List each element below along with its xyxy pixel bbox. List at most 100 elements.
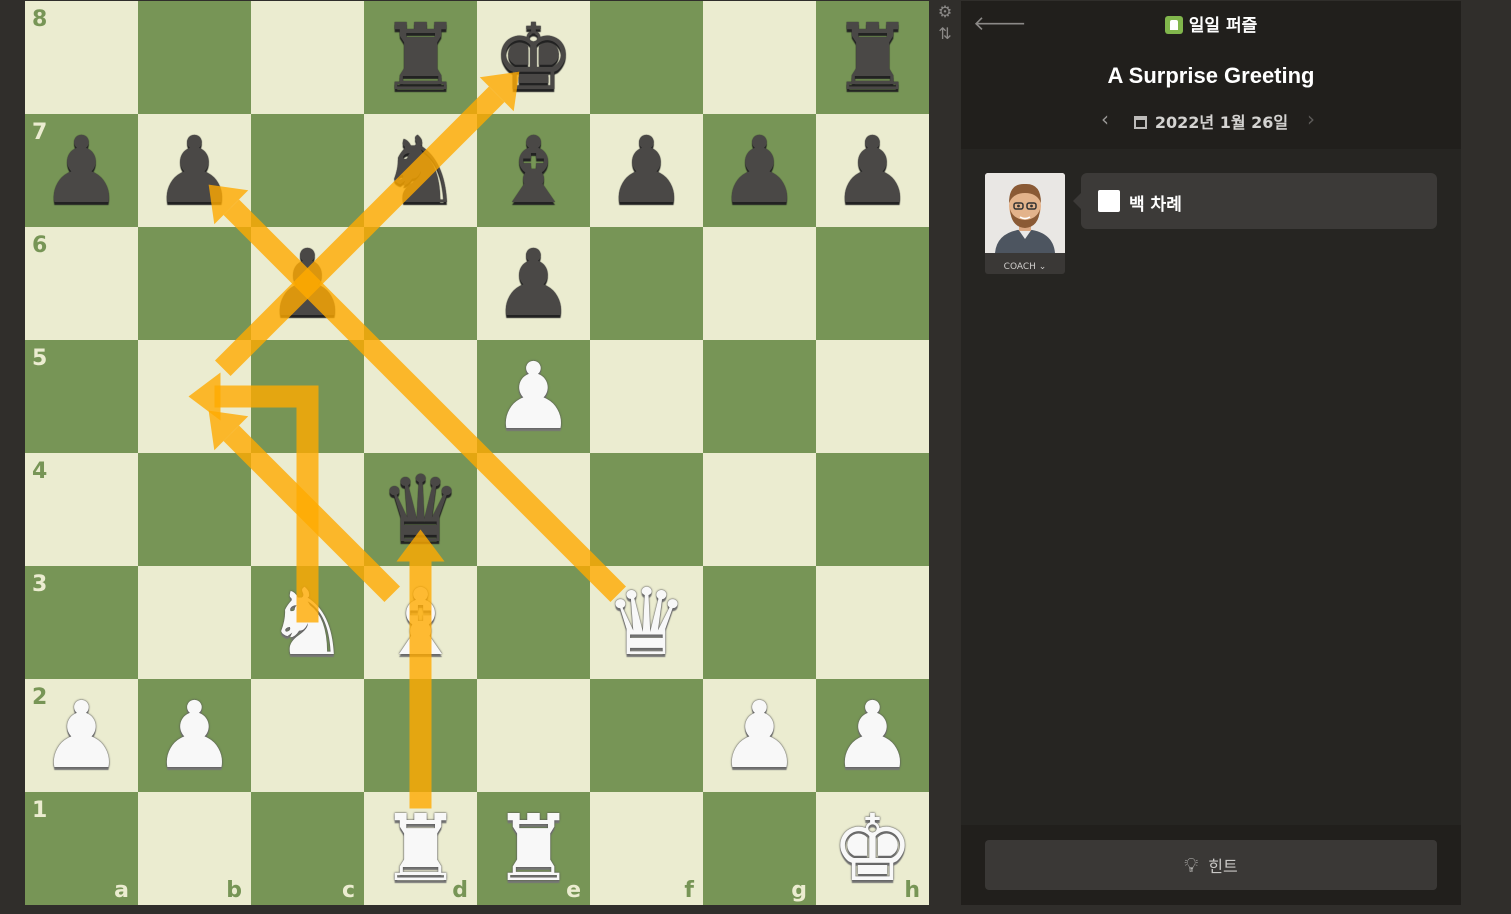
black-pawn[interactable]: ♟︎	[477, 227, 590, 340]
square-e7[interactable]: ♝︎	[477, 114, 590, 227]
square-a8[interactable]: 8	[25, 1, 138, 114]
square-h6[interactable]	[816, 227, 929, 340]
square-g8[interactable]	[703, 1, 816, 114]
square-c1[interactable]: c	[251, 792, 364, 905]
square-h4[interactable]	[816, 453, 929, 566]
square-d2[interactable]	[364, 679, 477, 792]
white-pawn[interactable]: ♟︎	[25, 679, 138, 792]
square-f8[interactable]	[590, 1, 703, 114]
square-d3[interactable]: ♝︎	[364, 566, 477, 679]
black-pawn[interactable]: ♟︎	[25, 114, 138, 227]
white-rook[interactable]: ♜︎	[477, 792, 590, 905]
square-g5[interactable]	[703, 340, 816, 453]
black-pawn[interactable]: ♟︎	[138, 114, 251, 227]
gear-icon[interactable]: ⚙	[933, 1, 957, 23]
square-h5[interactable]	[816, 340, 929, 453]
hint-button[interactable]: 💡︎ 힌트	[985, 840, 1437, 890]
black-rook[interactable]: ♜︎	[364, 1, 477, 114]
square-d5[interactable]	[364, 340, 477, 453]
square-c2[interactable]	[251, 679, 364, 792]
file-label: f	[684, 878, 694, 903]
square-b1[interactable]: b	[138, 792, 251, 905]
square-a1[interactable]: 1a	[25, 792, 138, 905]
board-squares[interactable]: 8 ♜︎ ♚︎ ♜︎ 7 ♟︎ ♟︎ ♞︎ ♝︎ ♟︎ ♟︎ ♟︎ 6 ♟︎ ♟︎ 5 ♟︎ 4 ♛︎ 3 ♞︎ ♝︎ ♛︎…	[25, 1, 929, 905]
rank-label: 4	[32, 459, 48, 484]
white-pawn[interactable]: ♟︎	[477, 340, 590, 453]
flip-board-icon[interactable]: ⇅	[933, 23, 957, 45]
black-pawn[interactable]: ♟︎	[703, 114, 816, 227]
white-pawn[interactable]: ♟︎	[703, 679, 816, 792]
square-g7[interactable]: ♟︎	[703, 114, 816, 227]
square-b2[interactable]: ♟︎	[138, 679, 251, 792]
chevron-right-icon[interactable]: ›	[1307, 107, 1315, 131]
square-e2[interactable]	[477, 679, 590, 792]
white-pawn[interactable]: ♟︎	[816, 679, 929, 792]
lightbulb-icon: 💡︎	[1184, 853, 1199, 877]
square-f4[interactable]	[590, 453, 703, 566]
square-b5[interactable]	[138, 340, 251, 453]
white-king[interactable]: ♚︎	[816, 792, 929, 905]
square-e5[interactable]: ♟︎	[477, 340, 590, 453]
square-h1[interactable]: h ♚︎	[816, 792, 929, 905]
white-queen[interactable]: ♛︎	[590, 566, 703, 679]
black-knight[interactable]: ♞︎	[364, 114, 477, 227]
square-d7[interactable]: ♞︎	[364, 114, 477, 227]
square-f2[interactable]	[590, 679, 703, 792]
square-f6[interactable]	[590, 227, 703, 340]
square-b6[interactable]	[138, 227, 251, 340]
black-rook[interactable]: ♜︎	[816, 1, 929, 114]
square-c4[interactable]	[251, 453, 364, 566]
square-f3[interactable]: ♛︎	[590, 566, 703, 679]
rank-label: 5	[32, 346, 48, 371]
square-c8[interactable]	[251, 1, 364, 114]
file-label: b	[226, 878, 242, 903]
black-pawn[interactable]: ♟︎	[816, 114, 929, 227]
square-a6[interactable]: 6	[25, 227, 138, 340]
square-b3[interactable]	[138, 566, 251, 679]
square-c7[interactable]	[251, 114, 364, 227]
black-pawn[interactable]: ♟︎	[590, 114, 703, 227]
square-e1[interactable]: e ♜︎	[477, 792, 590, 905]
black-queen[interactable]: ♛︎	[364, 453, 477, 566]
square-e3[interactable]	[477, 566, 590, 679]
black-bishop[interactable]: ♝︎	[477, 114, 590, 227]
square-h8[interactable]: ♜︎	[816, 1, 929, 114]
square-a5[interactable]: 5	[25, 340, 138, 453]
square-a2[interactable]: 2 ♟︎	[25, 679, 138, 792]
white-bishop[interactable]: ♝︎	[364, 566, 477, 679]
square-h7[interactable]: ♟︎	[816, 114, 929, 227]
white-pawn[interactable]: ♟︎	[138, 679, 251, 792]
square-g3[interactable]	[703, 566, 816, 679]
square-a7[interactable]: 7 ♟︎	[25, 114, 138, 227]
square-h3[interactable]	[816, 566, 929, 679]
square-c6[interactable]: ♟︎	[251, 227, 364, 340]
square-c3[interactable]: ♞︎	[251, 566, 364, 679]
square-g1[interactable]: g	[703, 792, 816, 905]
black-king[interactable]: ♚︎	[477, 1, 590, 114]
square-g4[interactable]	[703, 453, 816, 566]
square-a4[interactable]: 4	[25, 453, 138, 566]
square-d6[interactable]	[364, 227, 477, 340]
square-f5[interactable]	[590, 340, 703, 453]
square-f7[interactable]: ♟︎	[590, 114, 703, 227]
square-b8[interactable]	[138, 1, 251, 114]
coach-avatar[interactable]: COACH ⌄	[985, 173, 1065, 274]
square-d8[interactable]: ♜︎	[364, 1, 477, 114]
square-b7[interactable]: ♟︎	[138, 114, 251, 227]
square-e8[interactable]: ♚︎	[477, 1, 590, 114]
square-d1[interactable]: d ♜︎	[364, 792, 477, 905]
white-knight[interactable]: ♞︎	[251, 566, 364, 679]
square-h2[interactable]: ♟︎	[816, 679, 929, 792]
square-e4[interactable]	[477, 453, 590, 566]
chessboard[interactable]: 8 ♜︎ ♚︎ ♜︎ 7 ♟︎ ♟︎ ♞︎ ♝︎ ♟︎ ♟︎ ♟︎ 6 ♟︎ ♟︎ 5 ♟︎ 4 ♛︎ 3 ♞︎ ♝︎ ♛︎…	[25, 1, 929, 905]
square-c5[interactable]	[251, 340, 364, 453]
square-g6[interactable]	[703, 227, 816, 340]
square-e6[interactable]: ♟︎	[477, 227, 590, 340]
white-rook[interactable]: ♜︎	[364, 792, 477, 905]
square-g2[interactable]: ♟︎	[703, 679, 816, 792]
square-f1[interactable]: f	[590, 792, 703, 905]
square-a3[interactable]: 3	[25, 566, 138, 679]
black-pawn[interactable]: ♟︎	[251, 227, 364, 340]
square-b4[interactable]	[138, 453, 251, 566]
square-d4[interactable]: ♛︎	[364, 453, 477, 566]
